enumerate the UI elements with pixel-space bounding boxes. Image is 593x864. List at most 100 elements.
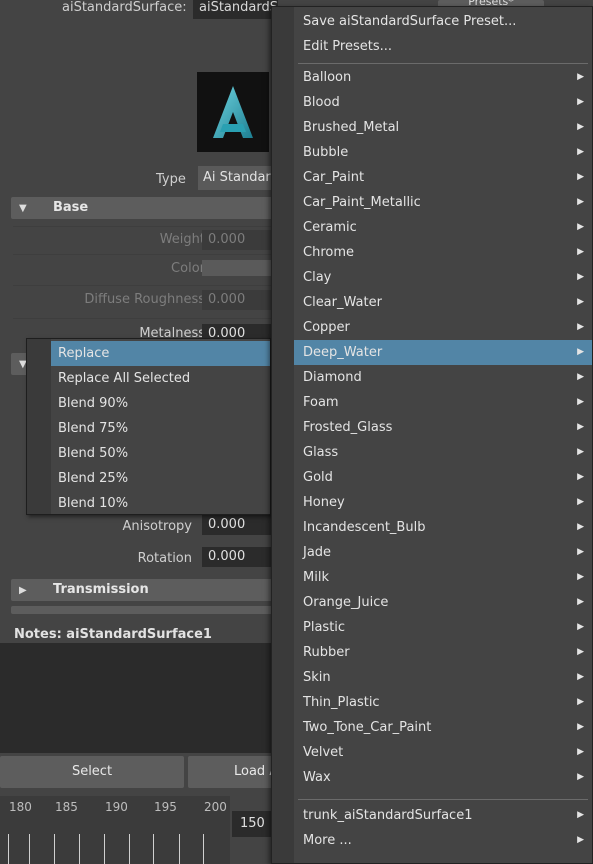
preset-item-gold[interactable]: Gold ▶ <box>294 465 592 490</box>
submenu-arrow-icon: ▶ <box>577 772 584 782</box>
blend-mode-menu: Replace Replace All Selected Blend 90% B… <box>26 338 271 515</box>
submenu-arrow-icon: ▶ <box>577 72 584 82</box>
preset-item-foam[interactable]: Foam ▶ <box>294 390 592 415</box>
preset-item-bubble[interactable]: Bubble ▶ <box>294 140 592 165</box>
menu-separator <box>298 799 588 800</box>
submenu-arrow-icon: ▶ <box>577 472 584 482</box>
presets-menu: Save aiStandardSurface Preset... Edit Pr… <box>271 6 593 864</box>
tick-label: 200 <box>204 800 227 814</box>
notes-textarea[interactable] <box>0 643 275 753</box>
tick-label: 185 <box>55 800 78 814</box>
preset-item-deep-water[interactable]: Deep_Water ▶ <box>294 340 592 365</box>
submenu-arrow-icon: ▶ <box>577 647 584 657</box>
preset-item-honey[interactable]: Honey ▶ <box>294 490 592 515</box>
select-button[interactable]: Select <box>0 756 184 788</box>
blend-item-25[interactable]: Blend 25% <box>51 466 270 491</box>
preset-item-wax[interactable]: Wax ▶ <box>294 765 592 790</box>
submenu-arrow-icon: ▶ <box>577 547 584 557</box>
collapse-triangle-icon: ▼ <box>19 203 27 214</box>
menu-item-label: Copper <box>303 320 350 335</box>
preset-item-car-paint[interactable]: Car_Paint ▶ <box>294 165 592 190</box>
preset-item-car-paint-metallic[interactable]: Car_Paint_Metallic ▶ <box>294 190 592 215</box>
submenu-arrow-icon: ▶ <box>577 122 584 132</box>
diffuse-roughness-label: Diffuse Roughness <box>84 292 205 307</box>
blend-item-replace[interactable]: Replace <box>51 341 270 366</box>
node-type-label: aiStandardSurface: <box>62 0 187 15</box>
section-base-label: Base <box>53 200 89 215</box>
menu-item-label: Car_Paint <box>303 170 365 185</box>
weight-field[interactable]: 0.000 <box>202 230 272 250</box>
expand-triangle-icon: ▶ <box>19 585 27 596</box>
diffuse-roughness-field[interactable]: 0.000 <box>202 290 272 310</box>
blend-item-90[interactable]: Blend 90% <box>51 391 270 416</box>
load-attributes-button[interactable]: Load Attributes <box>188 756 278 788</box>
timeline-tick <box>203 834 204 864</box>
submenu-arrow-icon: ▶ <box>577 147 584 157</box>
preset-item-jade[interactable]: Jade ▶ <box>294 540 592 565</box>
menu-gutter <box>27 339 51 514</box>
menu-item-label: Gold <box>303 470 333 485</box>
menu-item-label: Chrome <box>303 245 354 260</box>
node-name-field[interactable]: aiStandardSurface1 <box>193 0 278 19</box>
submenu-arrow-icon: ▶ <box>577 522 584 532</box>
menu-item-trunk-preset[interactable]: trunk_aiStandardSurface1 ▶ <box>294 803 592 828</box>
preset-item-diamond[interactable]: Diamond ▶ <box>294 365 592 390</box>
preset-item-clay[interactable]: Clay ▶ <box>294 265 592 290</box>
timeline-tick <box>8 834 9 864</box>
menu-item-label: More ... <box>303 833 352 848</box>
submenu-arrow-icon: ▶ <box>577 497 584 507</box>
preset-item-thin-plastic[interactable]: Thin_Plastic ▶ <box>294 690 592 715</box>
rotation-field[interactable]: 0.000 <box>202 547 272 567</box>
submenu-arrow-icon: ▶ <box>577 97 584 107</box>
attr-row-diffuse-roughness: Diffuse Roughness 0.000 <box>13 285 272 311</box>
attr-row-color: Color <box>13 254 272 280</box>
menu-item-label: Plastic <box>303 620 346 635</box>
section-base-header[interactable]: ▼ Base <box>11 197 273 219</box>
menu-item-edit-presets[interactable]: Edit Presets... <box>294 34 592 59</box>
submenu-arrow-icon: ▶ <box>577 835 584 845</box>
menu-item-label: Thin_Plastic <box>303 695 380 710</box>
blend-item-50[interactable]: Blend 50% <box>51 441 270 466</box>
preset-item-plastic[interactable]: Plastic ▶ <box>294 615 592 640</box>
submenu-arrow-icon: ▶ <box>577 372 584 382</box>
menu-separator <box>298 63 588 64</box>
preset-item-skin[interactable]: Skin ▶ <box>294 665 592 690</box>
preset-item-incandescent-bulb[interactable]: Incandescent_Bulb ▶ <box>294 515 592 540</box>
preset-item-balloon[interactable]: Balloon ▶ <box>294 65 592 90</box>
submenu-arrow-icon: ▶ <box>577 722 584 732</box>
preset-item-glass[interactable]: Glass ▶ <box>294 440 592 465</box>
color-swatch[interactable] <box>202 260 272 276</box>
menu-item-label: Clay <box>303 270 332 285</box>
anisotropy-field[interactable]: 0.000 <box>202 515 272 535</box>
section-transmission-header[interactable]: ▶ Transmission <box>11 579 273 601</box>
submenu-arrow-icon: ▶ <box>577 197 584 207</box>
preset-item-chrome[interactable]: Chrome ▶ <box>294 240 592 265</box>
menu-item-label: Rubber <box>303 645 350 660</box>
menu-gutter <box>272 7 294 863</box>
section-next-header[interactable] <box>11 606 273 614</box>
preset-item-brushed-metal[interactable]: Brushed_Metal ▶ <box>294 115 592 140</box>
preset-item-copper[interactable]: Copper ▶ <box>294 315 592 340</box>
blend-item-75[interactable]: Blend 75% <box>51 416 270 441</box>
submenu-arrow-icon: ▶ <box>577 622 584 632</box>
submenu-arrow-icon: ▶ <box>577 810 584 820</box>
preset-item-orange-juice[interactable]: Orange_Juice ▶ <box>294 590 592 615</box>
preset-item-clear-water[interactable]: Clear_Water ▶ <box>294 290 592 315</box>
color-label: Color <box>171 261 205 276</box>
preset-item-two-tone-car-paint[interactable]: Two_Tone_Car_Paint ▶ <box>294 715 592 740</box>
blend-item-10[interactable]: Blend 10% <box>51 491 270 516</box>
preset-item-ceramic[interactable]: Ceramic ▶ <box>294 215 592 240</box>
preset-item-velvet[interactable]: Velvet ▶ <box>294 740 592 765</box>
timeline-tick <box>129 834 130 864</box>
type-dropdown[interactable]: Ai Standard Surface <box>198 166 274 190</box>
preset-item-frosted-glass[interactable]: Frosted_Glass ▶ <box>294 415 592 440</box>
menu-item-more[interactable]: More ... ▶ <box>294 828 592 853</box>
submenu-arrow-icon: ▶ <box>577 672 584 682</box>
menu-item-save-preset[interactable]: Save aiStandardSurface Preset... <box>294 9 592 34</box>
preset-item-blood[interactable]: Blood ▶ <box>294 90 592 115</box>
timeline-tick <box>54 834 55 864</box>
blend-item-replace-all-selected[interactable]: Replace All Selected <box>51 366 270 391</box>
anisotropy-label: Anisotropy <box>122 519 192 534</box>
preset-item-milk[interactable]: Milk ▶ <box>294 565 592 590</box>
preset-item-rubber[interactable]: Rubber ▶ <box>294 640 592 665</box>
